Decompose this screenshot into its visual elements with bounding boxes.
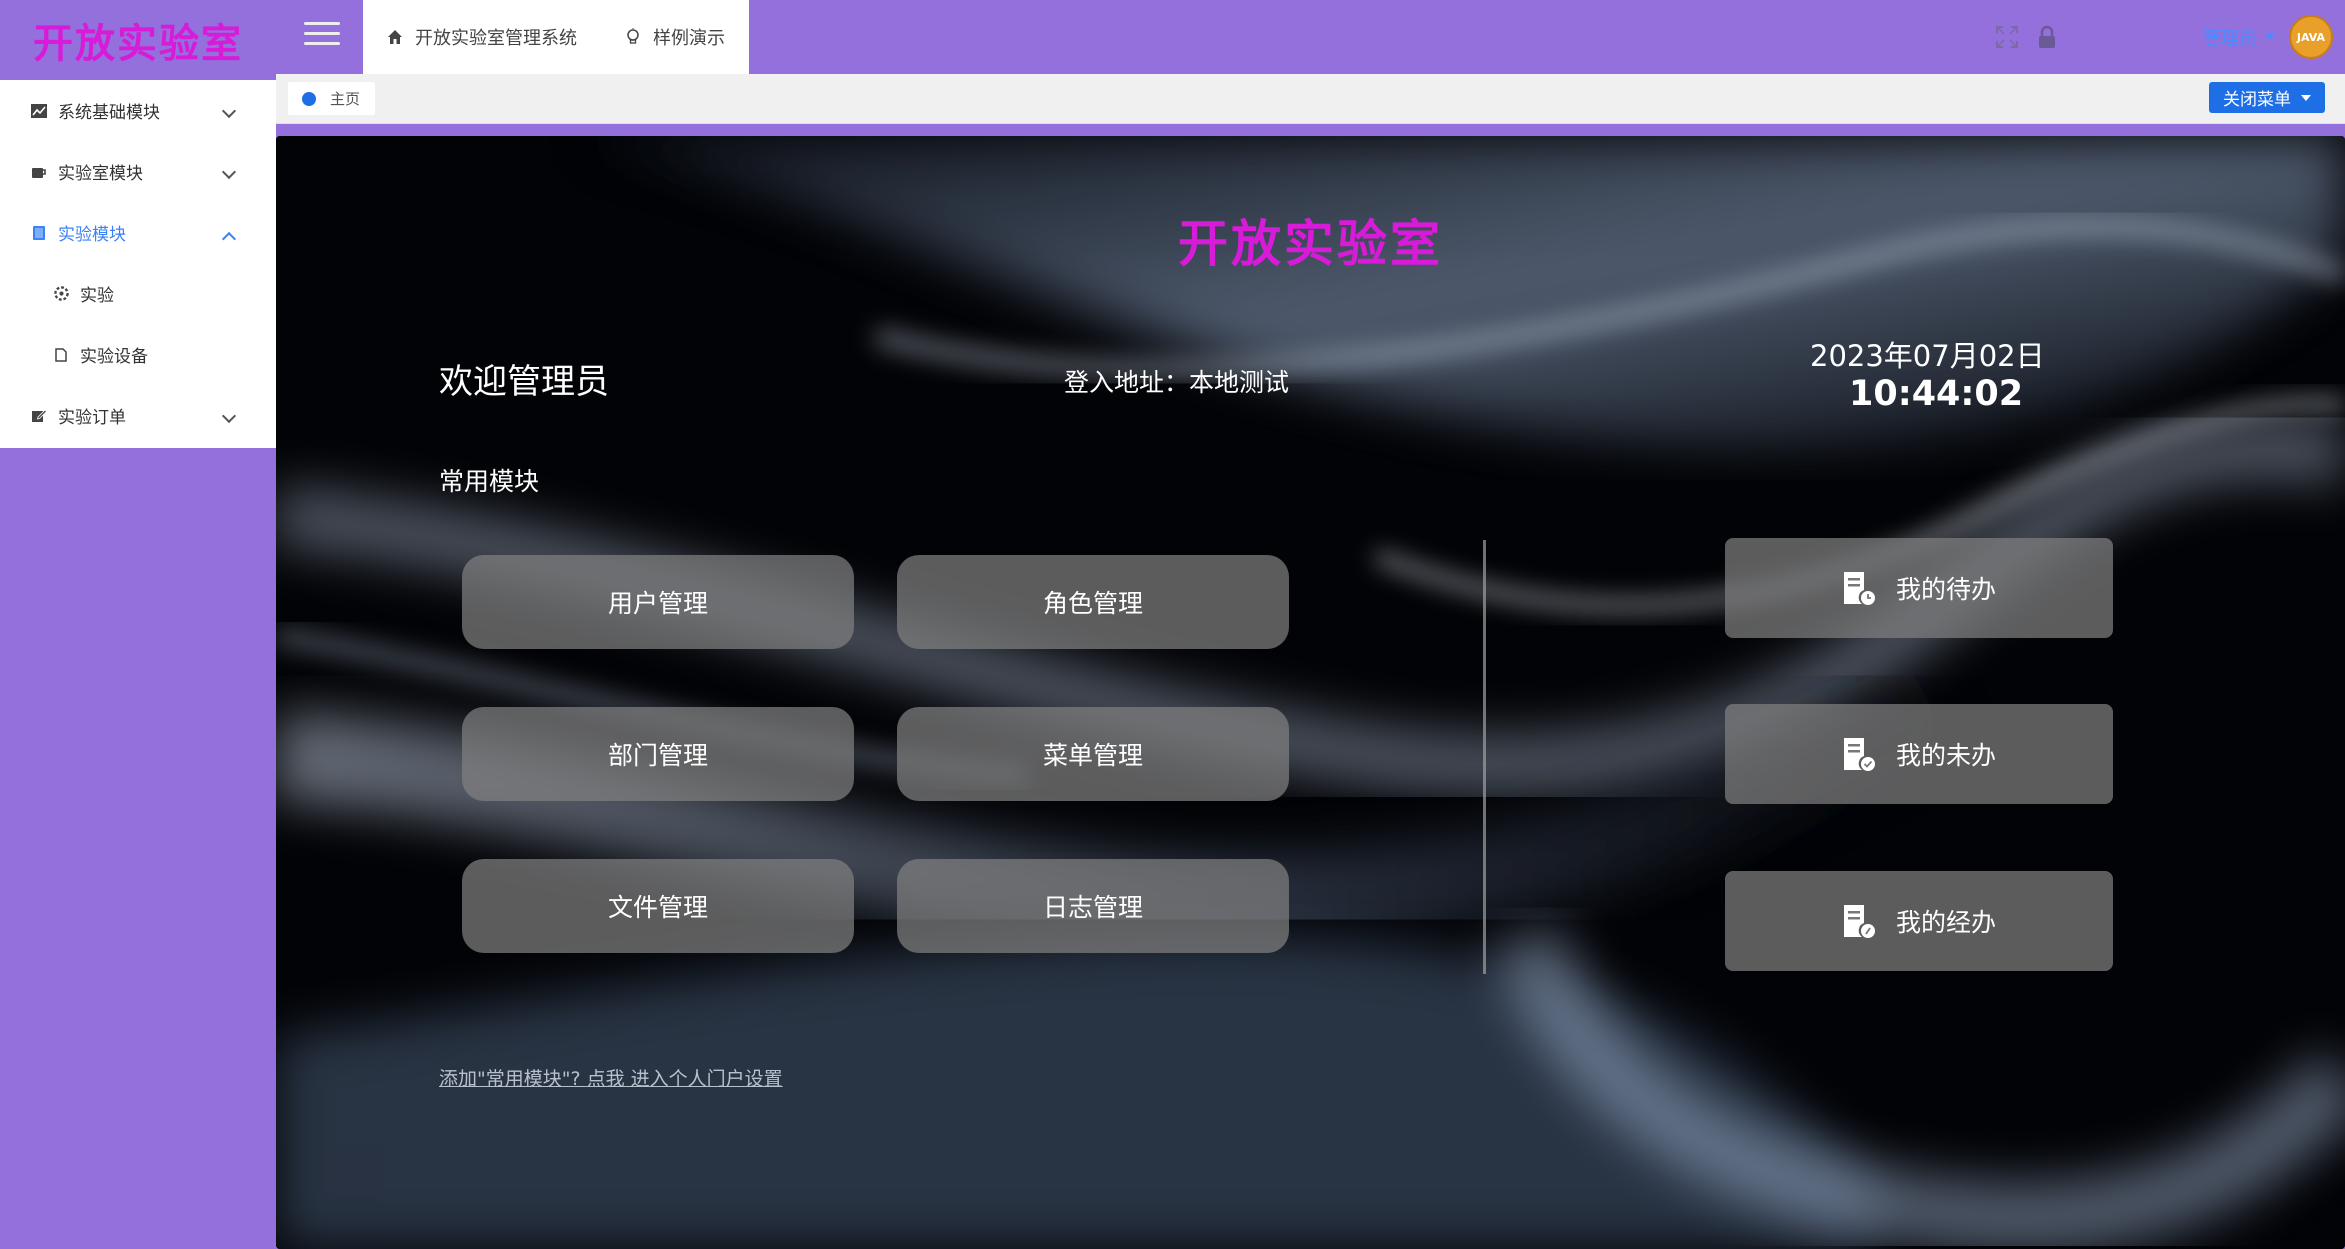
- sidebar-item-label: 实验订单: [58, 408, 126, 428]
- module-role-button[interactable]: 角色管理: [897, 555, 1289, 649]
- header-tab-demo[interactable]: 样例演示: [625, 24, 725, 50]
- home-icon: [388, 30, 402, 44]
- logo-text: 开放实验室: [33, 21, 243, 67]
- chart-icon: [30, 102, 48, 120]
- my-todo-button[interactable]: 我的待办: [1725, 538, 2113, 638]
- header-tab-label: 样例演示: [653, 28, 725, 49]
- chevron-down-icon: [221, 164, 237, 180]
- pending-icon: [1843, 738, 1875, 771]
- top-header: 开放实验室管理系统 样例演示 管理员 JAVA: [276, 0, 2345, 74]
- sidebar-item-label: 实验: [80, 286, 114, 306]
- sidebar-item-label: 系统基础模块: [58, 103, 160, 123]
- lightbulb-icon: [627, 28, 639, 44]
- module-dept-button[interactable]: 部门管理: [462, 707, 854, 801]
- sidebar: 系统基础模块 实验室模块 实验模块 实验 实验设备 实验订单: [0, 80, 276, 448]
- dashboard-panel: 开放实验室 欢迎管理员 登入地址：本地测试 2023年07月02日 10:44:…: [276, 136, 2345, 1249]
- sidebar-item-system-base[interactable]: 系统基础模块: [0, 80, 276, 141]
- gear-icon: [52, 285, 70, 303]
- tab-home[interactable]: 主页: [288, 82, 376, 115]
- edit-icon: [30, 407, 48, 425]
- hamburger-menu-icon[interactable]: [304, 22, 340, 52]
- user-menu[interactable]: 管理员: [2203, 24, 2275, 50]
- page-tabs-bar: 主页 关闭菜单: [276, 74, 2345, 124]
- tab-home-label: 主页: [330, 90, 361, 108]
- lock-icon[interactable]: [2033, 23, 2061, 51]
- vertical-divider: [1483, 540, 1486, 974]
- app-logo: 开放实验室: [0, 0, 276, 80]
- chevron-down-icon: [2301, 94, 2311, 101]
- sidebar-item-lab[interactable]: 实验室模块: [0, 141, 276, 202]
- common-modules-title: 常用模块: [439, 467, 540, 496]
- my-handled-button[interactable]: 我的经办: [1725, 871, 2113, 971]
- current-time: 10:44:02: [1849, 374, 2024, 414]
- sidebar-item-orders[interactable]: 实验订单: [0, 385, 276, 446]
- portal-settings-link[interactable]: 添加"常用模块"? 点我 进入个人门户设置: [439, 1064, 783, 1091]
- task-label: 我的待办: [1895, 575, 1996, 604]
- chevron-down-icon: [2265, 34, 2275, 40]
- module-file-button[interactable]: 文件管理: [462, 859, 854, 953]
- welcome-text: 欢迎管理员: [439, 362, 609, 402]
- header-right: 管理员 JAVA: [1993, 0, 2345, 74]
- sidebar-subitem-equipment[interactable]: 实验设备: [0, 324, 276, 385]
- sidebar-subitem-experiment[interactable]: 实验: [0, 263, 276, 324]
- module-log-button[interactable]: 日志管理: [897, 859, 1289, 953]
- handled-icon: [1843, 905, 1875, 938]
- username-label: 管理员: [2203, 28, 2257, 49]
- header-tab-system[interactable]: 开放实验室管理系统: [387, 24, 577, 50]
- site-title: 开放实验室: [1178, 215, 1443, 273]
- sidebar-item-label: 实验模块: [58, 225, 126, 245]
- header-tabs: 开放实验室管理系统 样例演示: [363, 0, 749, 74]
- chevron-down-icon: [221, 408, 237, 424]
- task-label: 我的未办: [1895, 741, 1996, 770]
- avatar-text: JAVA: [2296, 30, 2326, 44]
- module-menu-button[interactable]: 菜单管理: [897, 707, 1289, 801]
- sidebar-item-label: 实验室模块: [58, 164, 143, 184]
- coffee-icon: [30, 163, 48, 181]
- task-label: 我的经办: [1895, 908, 1996, 937]
- document-icon: [30, 224, 48, 242]
- todo-icon: [1843, 572, 1875, 605]
- current-date: 2023年07月02日: [1810, 339, 2045, 373]
- fullscreen-icon[interactable]: [1993, 23, 2021, 51]
- login-address: 登入地址：本地测试: [1064, 368, 1290, 397]
- my-pending-button[interactable]: 我的未办: [1725, 704, 2113, 804]
- header-tab-label: 开放实验室管理系统: [415, 28, 577, 49]
- file-icon: [52, 346, 70, 364]
- avatar[interactable]: JAVA: [2289, 15, 2333, 59]
- close-menu-button[interactable]: 关闭菜单: [2209, 82, 2325, 113]
- sidebar-item-label: 实验设备: [80, 347, 148, 367]
- sidebar-item-experiment[interactable]: 实验模块: [0, 202, 276, 263]
- active-dot-icon: [302, 91, 316, 106]
- chevron-down-icon: [221, 103, 237, 119]
- module-user-button[interactable]: 用户管理: [462, 555, 854, 649]
- chevron-up-icon: [221, 231, 237, 247]
- close-menu-label: 关闭菜单: [2223, 90, 2291, 110]
